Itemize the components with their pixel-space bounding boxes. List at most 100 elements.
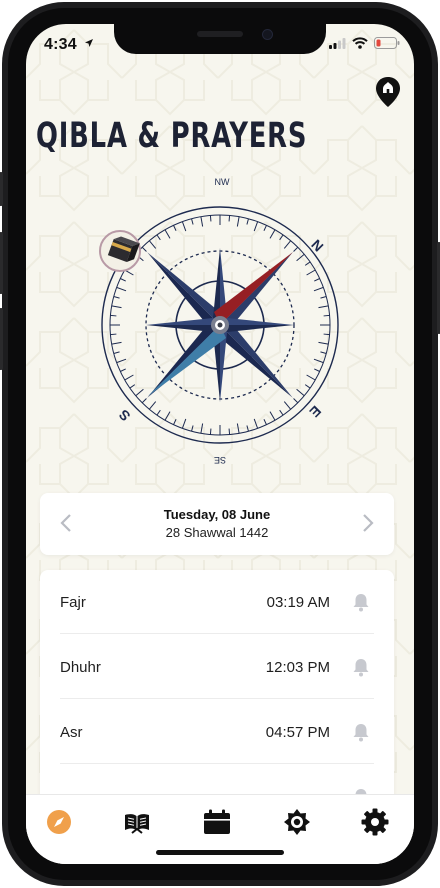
compass-tick	[246, 425, 249, 432]
compass-tick	[209, 428, 212, 435]
prayer-row-fajr[interactable]: Fajr 03:19 AM	[60, 570, 374, 634]
compass-tick	[135, 388, 144, 397]
prayer-time: 03:19 AM	[266, 594, 330, 611]
row-divider	[60, 698, 374, 699]
date-card: Tuesday, 08 June 28 Shawwal 1442	[40, 493, 394, 555]
compass-tick	[263, 225, 267, 231]
compass-tick	[181, 221, 187, 232]
qibla-compass: NW N NE E SE S SW W	[99, 177, 339, 465]
compass-tick	[283, 240, 292, 249]
compass-tick	[141, 246, 147, 252]
calendar-icon[interactable]	[202, 807, 232, 837]
compass-tick	[164, 229, 171, 239]
compass-tick	[113, 351, 120, 354]
compass-tick	[129, 384, 136, 389]
compass-tick	[236, 216, 240, 227]
compass-tick	[318, 341, 329, 345]
compass-tick	[113, 296, 120, 299]
wifi-icon	[352, 37, 368, 49]
compass-tick	[173, 419, 177, 425]
compass-tick	[304, 384, 311, 389]
compass-tick	[306, 269, 316, 276]
compass-tick	[116, 358, 127, 364]
prayer-time: 12:03 PM	[265, 659, 330, 676]
page-title: QIBLA & PRAYERS	[36, 116, 308, 156]
compass-tick	[306, 374, 316, 381]
app-screen: 4:34 QIBLA & PRAYERS NW N E SE S Tuesday…	[26, 24, 414, 864]
compass-tick	[269, 229, 276, 239]
compass-tick	[156, 234, 161, 241]
compass-tick	[246, 218, 249, 225]
compass-tick	[228, 428, 231, 435]
masjid-icon[interactable]	[282, 807, 312, 837]
status-icons	[329, 37, 400, 49]
compass-tick	[120, 368, 126, 372]
compass-tick	[320, 351, 327, 354]
compass-tick	[304, 261, 311, 266]
compass-tick	[156, 409, 161, 416]
kaaba-marker-icon	[99, 230, 141, 272]
bell-icon[interactable]	[352, 592, 370, 612]
battery-low-icon	[374, 37, 400, 49]
compass-tick	[124, 374, 134, 381]
compass-tick	[293, 398, 299, 404]
compass-tick	[141, 398, 147, 404]
compass-tick	[283, 401, 292, 410]
prayer-row-dhuhr[interactable]: Dhuhr 12:03 PM	[60, 635, 374, 699]
compass-tick	[279, 234, 284, 241]
compass-tick	[191, 425, 194, 432]
signal-icon	[329, 37, 346, 49]
compass-tick	[314, 278, 320, 282]
compass-label-se: SE	[214, 455, 226, 465]
location-arrow-icon	[85, 39, 93, 47]
prayer-name: Asr	[60, 724, 83, 741]
compass-tick	[111, 341, 122, 345]
compass-tick	[269, 411, 276, 421]
compass-label-s: S	[116, 407, 134, 425]
compass-tick	[313, 358, 324, 364]
compass-tick	[110, 333, 117, 336]
compass-tick	[318, 305, 329, 309]
compass-tick	[200, 216, 204, 227]
compass-tick	[263, 419, 267, 425]
compass-tick	[148, 240, 157, 249]
compass-tick	[253, 418, 259, 429]
prayer-row-asr[interactable]: Asr 04:57 PM	[60, 700, 374, 764]
compass-tick	[148, 401, 157, 410]
quran-icon[interactable]	[122, 807, 152, 837]
compass-tick	[164, 411, 171, 421]
compass-tick	[323, 333, 330, 336]
prayer-name: Fajr	[60, 594, 86, 611]
compass-tick	[173, 225, 177, 231]
compass-tick	[313, 286, 324, 292]
prayer-name: Dhuhr	[60, 659, 101, 676]
settings-icon[interactable]	[360, 807, 390, 837]
speaker	[197, 31, 243, 37]
compass-tick	[111, 305, 122, 309]
home-indicator	[156, 850, 284, 855]
compass-tick	[320, 296, 327, 299]
compass-tick	[296, 253, 305, 262]
compass-tick	[279, 409, 284, 416]
prayer-time: 04:57 PM	[265, 724, 330, 741]
mosque-location-pin-icon[interactable]	[374, 76, 402, 108]
hijri-date: 28 Shawwal 1442	[165, 525, 269, 540]
notch	[114, 24, 326, 54]
gregorian-date: Tuesday, 08 June	[163, 507, 271, 522]
compass-tick	[228, 215, 231, 222]
compass-label-n: N	[308, 236, 326, 254]
compass-tick	[110, 314, 117, 317]
compass-label-e: E	[307, 403, 325, 421]
next-day-chevron-icon[interactable]	[360, 512, 376, 534]
compass-tick	[236, 423, 240, 434]
bell-icon[interactable]	[352, 657, 370, 677]
compass-tick	[323, 314, 330, 317]
compass-tick	[116, 286, 127, 292]
compass-tick	[253, 221, 259, 232]
bell-icon[interactable]	[352, 722, 370, 742]
compass-tick	[181, 418, 187, 429]
volume-up-button	[0, 232, 3, 294]
camera	[262, 29, 273, 40]
compass-icon[interactable]	[44, 807, 74, 837]
compass-tick	[296, 388, 305, 397]
